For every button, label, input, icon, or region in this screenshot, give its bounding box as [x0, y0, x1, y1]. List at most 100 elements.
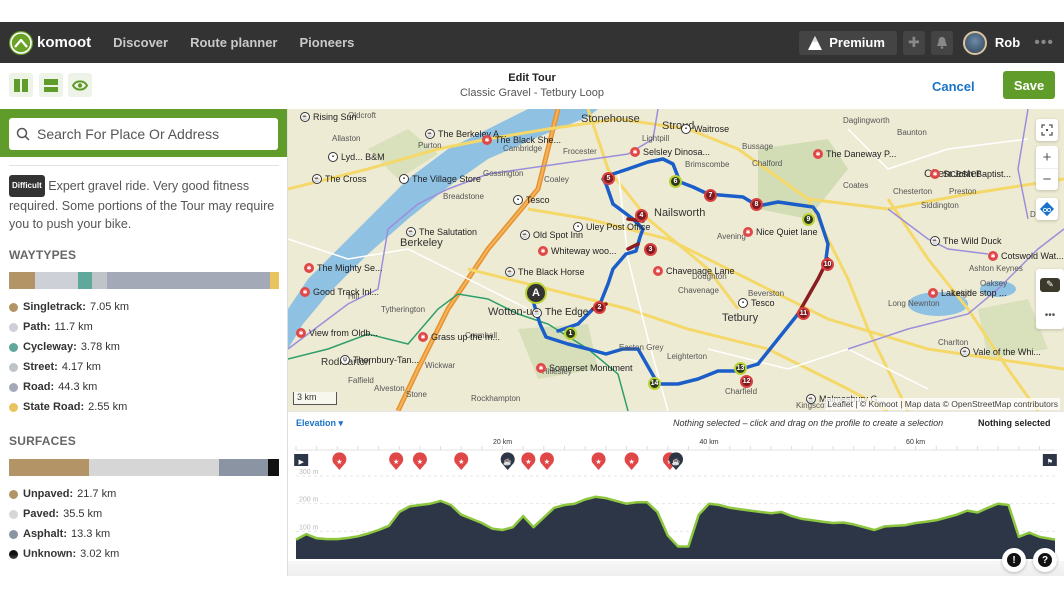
map-poi[interactable]: ✱ Grass up the m...: [418, 332, 500, 342]
map-poi[interactable]: ☕ Rising Sun: [300, 112, 357, 122]
map-place-label: Bussage: [742, 142, 774, 151]
user-avatar[interactable]: [962, 30, 987, 55]
map-poi[interactable]: ☕ The Wild Duck: [930, 236, 1002, 246]
map-poi[interactable]: ✱ Somerset Monument: [536, 363, 633, 373]
surface-bar-segment: [9, 459, 89, 476]
map-poi[interactable]: ✱ View from Oldb...: [296, 328, 378, 338]
waytype-legend-item: Path: 11.7 km: [9, 317, 279, 337]
map-layer-button[interactable]: [1036, 198, 1058, 220]
fullscreen-icon: [1041, 124, 1053, 136]
nav-pioneers[interactable]: Pioneers: [300, 35, 355, 50]
map-poi[interactable]: ☕ The Edge: [532, 307, 588, 318]
map-poi[interactable]: ▪ Uley Post Office: [573, 222, 650, 232]
bike-highlight-icon: ✱: [300, 287, 310, 297]
highlight-marker-icon[interactable]: ★: [332, 452, 347, 470]
waypoint-marker[interactable]: 4: [635, 209, 648, 222]
add-button[interactable]: ✚: [902, 30, 925, 55]
map-poi[interactable]: ▪ Lyd... B&M: [328, 152, 385, 162]
report-issue-button[interactable]: !: [1002, 548, 1026, 572]
stacked-view-button[interactable]: [39, 73, 63, 97]
premium-button[interactable]: Premium: [799, 30, 897, 55]
start-marker-icon[interactable]: ▶: [294, 454, 309, 466]
waypoint-marker[interactable]: 13: [734, 362, 747, 375]
save-button[interactable]: Save: [1003, 71, 1055, 99]
map-poi[interactable]: ☕ The Black Horse: [505, 267, 585, 277]
zoom-out-button[interactable]: −: [1036, 168, 1058, 190]
map-poi[interactable]: ✱ Chavenage Lane: [653, 266, 735, 276]
user-name[interactable]: Rob: [995, 35, 1020, 50]
y-tick-label: 300 m: [299, 469, 319, 476]
top-navbar: komoot Discover Route planner Pioneers P…: [0, 22, 1064, 63]
map-poi[interactable]: ψ Thornbury-Tan...: [340, 355, 419, 365]
komoot-logo[interactable]: komoot: [9, 30, 92, 55]
map-poi[interactable]: ☕ Vale of the Whi...: [960, 347, 1041, 357]
highlight-marker-icon[interactable]: ★: [454, 452, 469, 470]
map-poi[interactable]: ☕ The Cross: [312, 174, 367, 184]
map-poi[interactable]: ✱ Selsley Dinosa...: [630, 147, 710, 157]
waypoint-marker[interactable]: 14: [648, 377, 661, 390]
map-poi[interactable]: ✱ Lakeside stop ...: [928, 288, 1007, 298]
waytype-bar-segment: [9, 272, 35, 289]
elevation-chart[interactable]: 20 km 40 km 60 km 100 m 200 m 300 m ▶ ★ ★ ★ ★ ☕ ★ ★ ★ ★…: [288, 426, 1064, 576]
zoom-in-button[interactable]: +: [1043, 146, 1052, 168]
finish-marker-icon[interactable]: ⚑: [1042, 454, 1057, 466]
waytype-bar-segment: [106, 272, 270, 289]
map-place-label: Tytherington: [381, 305, 426, 314]
map-poi[interactable]: ▪ Waitrose: [681, 124, 729, 134]
map-poi[interactable]: ✱ Nice Quiet lane: [743, 227, 818, 237]
nav-discover[interactable]: Discover: [113, 35, 168, 50]
preview-button[interactable]: [68, 73, 92, 97]
waypoint-marker[interactable]: 7: [704, 189, 717, 202]
map-poi[interactable]: ✱ Cotswold Wat...: [988, 251, 1064, 261]
waypoint-marker[interactable]: 3: [644, 243, 657, 256]
highlight-marker-icon[interactable]: ★: [539, 452, 554, 470]
start-marker[interactable]: A: [525, 282, 547, 304]
help-button[interactable]: ?: [1033, 548, 1057, 572]
legend-value: 13.3 km: [71, 528, 111, 540]
highlight-marker-icon[interactable]: ★: [389, 452, 404, 470]
waypoint-marker[interactable]: 8: [750, 198, 763, 211]
highlight-marker-icon[interactable]: ★: [521, 452, 536, 470]
map-poi[interactable]: ▪ The Village Store: [399, 174, 481, 184]
map-poi[interactable]: ▪ Tesco: [513, 195, 550, 205]
search-input[interactable]: [37, 126, 257, 142]
waypoint-marker[interactable]: 9: [802, 213, 815, 226]
map-poi[interactable]: ✱ The Black She...: [482, 135, 561, 145]
fullscreen-button[interactable]: [1036, 119, 1058, 141]
map-poi[interactable]: ✱ The Daneway P...: [813, 149, 896, 159]
more-menu-button[interactable]: •••: [1034, 34, 1054, 52]
bike-highlight-icon: ✱: [418, 332, 428, 342]
highlight-marker-icon[interactable]: ★: [591, 452, 606, 470]
waypoint-marker[interactable]: 10: [821, 258, 834, 271]
split-view-button[interactable]: [9, 73, 33, 97]
highlight-marker-icon[interactable]: ★: [624, 452, 639, 470]
waypoint-marker[interactable]: 12: [740, 375, 753, 388]
waypoint-marker[interactable]: 1: [564, 327, 577, 340]
map-poi[interactable]: ✱ The Mighty Se...: [304, 263, 383, 273]
notifications-button[interactable]: [930, 30, 953, 55]
waypoint-marker[interactable]: 5: [602, 172, 615, 185]
waypoint-marker[interactable]: 11: [797, 307, 810, 320]
map-poi[interactable]: ▪ Tesco: [738, 298, 775, 308]
surface-bar-segment: [267, 459, 279, 476]
waypoint-marker[interactable]: 6: [669, 175, 682, 188]
nav-route-planner[interactable]: Route planner: [190, 35, 277, 50]
map-poi[interactable]: ☕ The Salutation: [406, 227, 477, 237]
more-options-button[interactable]: •••: [1045, 310, 1056, 321]
cafe-marker-icon[interactable]: ☕: [500, 452, 515, 470]
map-attribution[interactable]: Leaflet | © Komoot | Map data © OpenStre…: [825, 398, 1060, 410]
map-poi[interactable]: ✱ Good Track Inl...: [300, 287, 379, 297]
highlight-marker-icon[interactable]: ★: [412, 452, 427, 470]
map-place-label: Brimscombe: [685, 160, 730, 169]
map-poi[interactable]: ✱ St John Baptist...: [930, 169, 1011, 179]
cafe-icon: ☕: [532, 307, 542, 318]
edit-pencil-button[interactable]: ✎: [1040, 277, 1060, 292]
shop-icon: ▪: [328, 152, 338, 162]
map-view[interactable]: Stonehouse Stroud Berkeley Nailsworth Te…: [288, 109, 1064, 411]
map-poi[interactable]: ✱ Whiteway woo...: [538, 246, 617, 256]
waypoint-marker[interactable]: 2: [593, 301, 606, 314]
map-place-label: Coaley: [544, 175, 569, 184]
search-box[interactable]: [9, 118, 278, 150]
brand-name: komoot: [37, 34, 92, 51]
cancel-button[interactable]: Cancel: [932, 79, 975, 94]
